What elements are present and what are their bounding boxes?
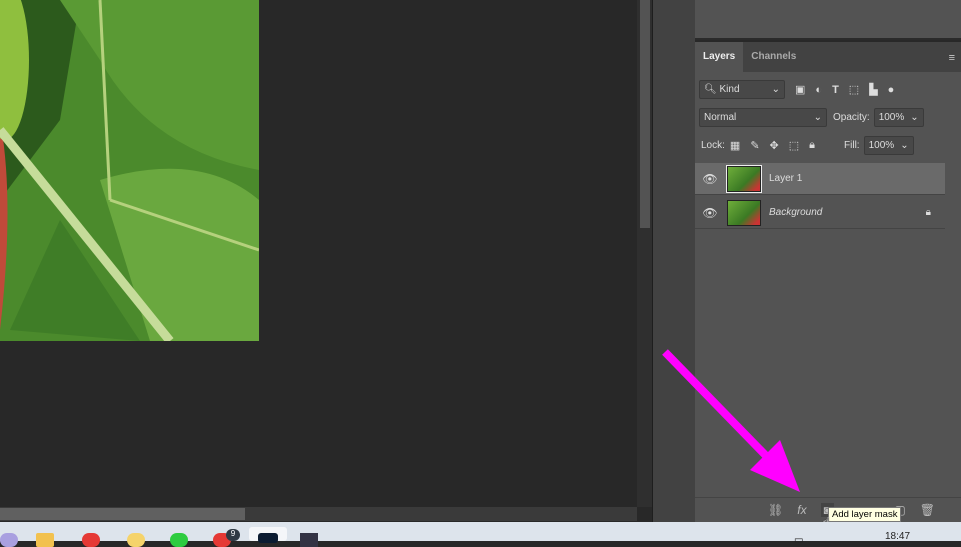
tooltip: Add layer mask	[828, 507, 902, 522]
notification-badge: 9	[226, 529, 240, 541]
folder-icon[interactable]	[36, 533, 54, 547]
clock[interactable]: 18:47	[885, 531, 910, 542]
taskbar-app-icon[interactable]	[127, 533, 145, 547]
taskbar-app-icon[interactable]	[0, 533, 18, 547]
taskbar-app-icon[interactable]	[300, 533, 318, 547]
annotation-arrow	[662, 349, 800, 492]
photoshop-taskbar-button[interactable]	[249, 527, 287, 543]
taskbar-app-icon[interactable]	[82, 533, 100, 547]
taskbar-app-icon[interactable]	[170, 533, 188, 547]
